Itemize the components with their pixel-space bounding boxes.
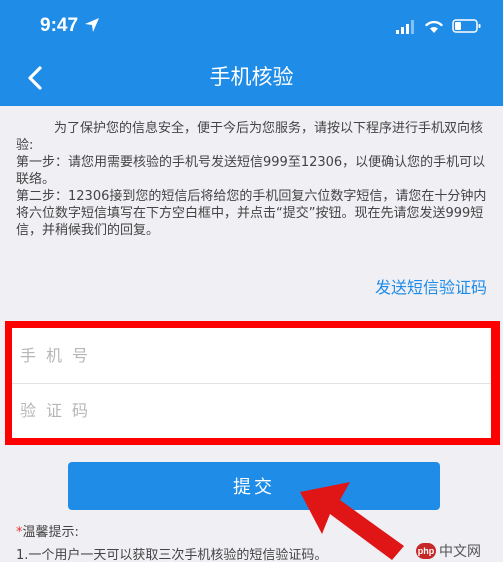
- battery-icon: [452, 19, 481, 33]
- location-arrow-icon: [85, 18, 99, 32]
- signal-icon: [396, 20, 414, 34]
- page-title: 手机核验: [209, 65, 294, 89]
- verification-form: [12, 328, 491, 438]
- phone-input[interactable]: [12, 328, 491, 383]
- intro-paragraph: 为了保护您的信息安全，便于今后为您服务，请按以下程序进行手机双向核验:: [16, 121, 484, 153]
- tips-title: *温馨提示:: [16, 521, 79, 540]
- tips-title-text: 温馨提示:: [22, 525, 79, 540]
- status-time: 9:47: [40, 15, 79, 36]
- watermark-logo: php: [416, 543, 436, 559]
- code-input[interactable]: [12, 383, 491, 438]
- tips-item: 1.一个用户一天可以获取三次手机核验的短信验证码。: [16, 548, 328, 562]
- wifi-icon: [425, 20, 443, 33]
- watermark: php 中文网: [416, 540, 481, 562]
- send-code-link[interactable]: 发送短信验证码: [375, 274, 487, 298]
- status-bar: 9:47: [0, 0, 503, 54]
- header: 9:47 手机核验: [0, 0, 503, 106]
- step-two-text: 第二步：12306接到您的短信后将给您的手机回复六位数字短信，请您在十分钟内将六…: [16, 189, 487, 238]
- watermark-text: 中文网: [439, 544, 481, 560]
- step-one-text: 第一步：请您用需要核验的手机号发送短信999至12306，以便确认您的手机可以联…: [16, 155, 486, 187]
- intro-text: 为了保护您的信息安全，便于今后为您服务，请按以下程序进行手机双向核验: 第一步：…: [16, 120, 490, 239]
